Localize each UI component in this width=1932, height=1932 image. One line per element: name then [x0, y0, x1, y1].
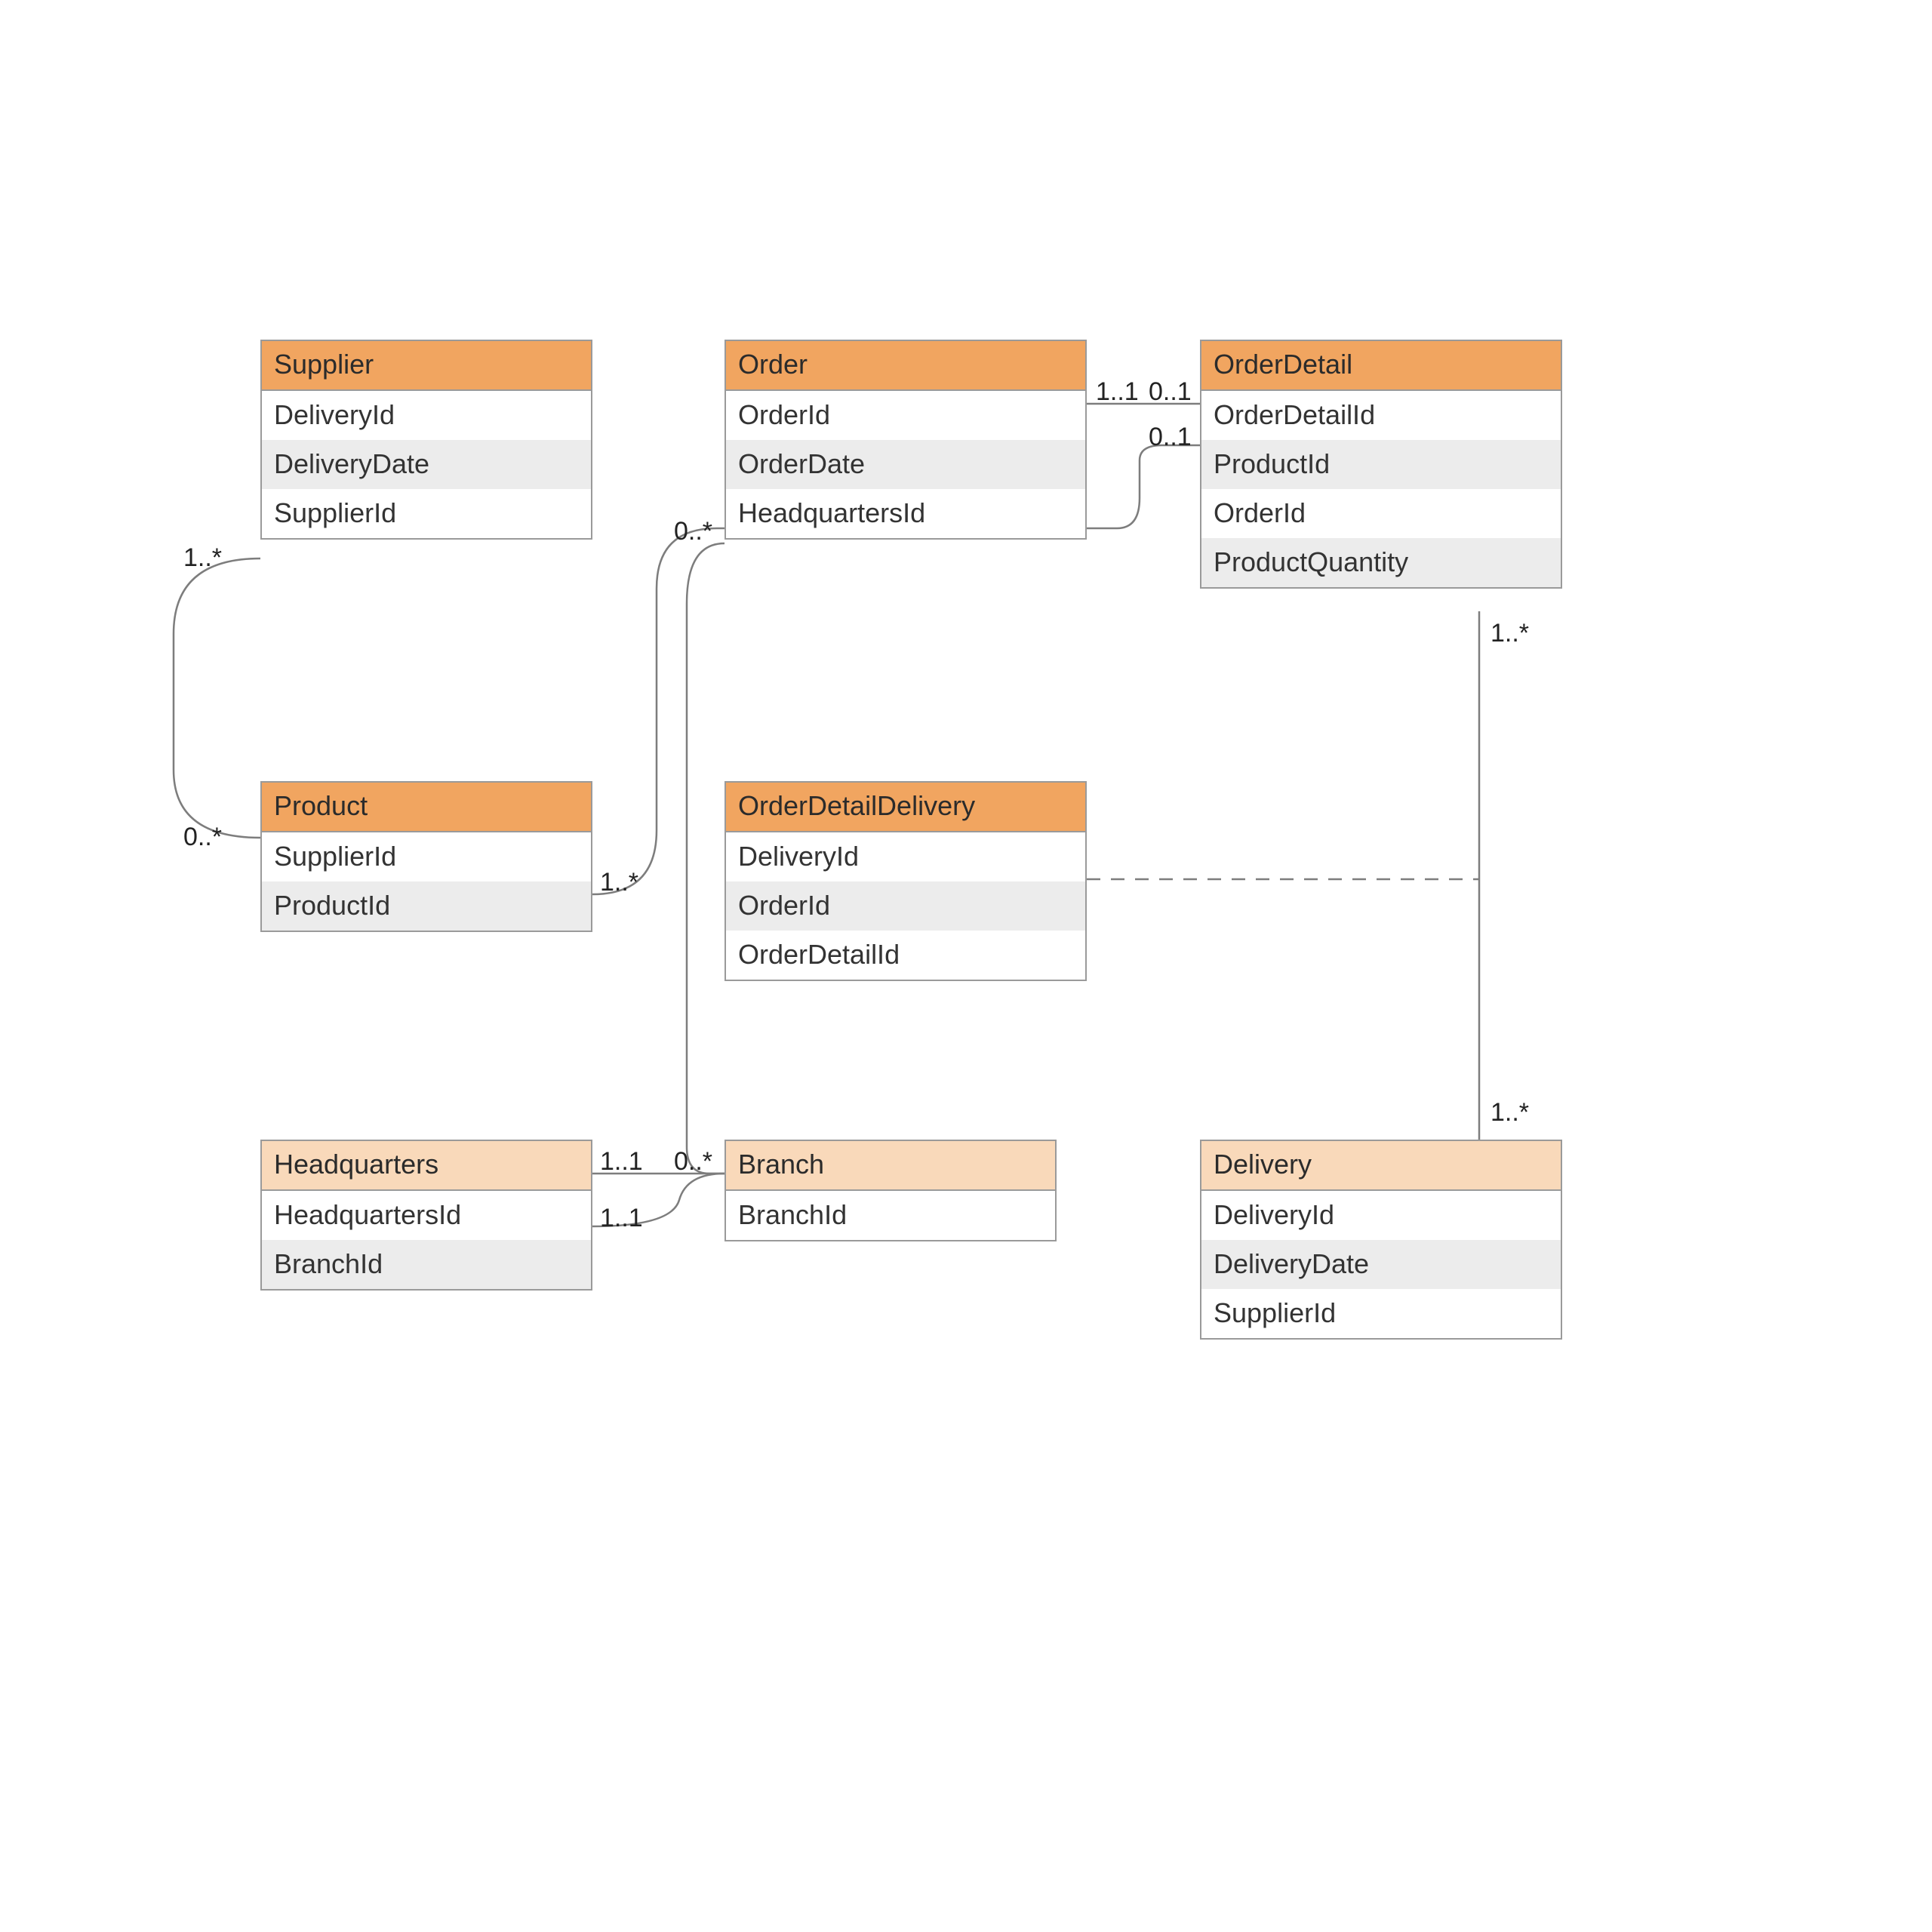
attr: OrderDetailId — [1201, 391, 1561, 440]
attr: BranchId — [726, 1191, 1055, 1240]
er-diagram-canvas: Supplier DeliveryId DeliveryDate Supplie… — [0, 0, 1932, 1932]
attr: HeadquartersId — [262, 1191, 591, 1240]
multiplicity-label: 1..1 — [1096, 377, 1139, 407]
attr: ProductId — [262, 881, 591, 931]
entity-title: Headquarters — [262, 1141, 591, 1191]
multiplicity-label: 1..* — [1491, 619, 1529, 648]
attr: OrderDetailId — [726, 931, 1085, 980]
entity-delivery: Delivery DeliveryId DeliveryDate Supplie… — [1200, 1140, 1562, 1340]
attr: OrderId — [726, 391, 1085, 440]
entity-orderdetaildelivery: OrderDetailDelivery DeliveryId OrderId O… — [724, 781, 1087, 981]
attr: DeliveryDate — [1201, 1240, 1561, 1289]
entity-branch: Branch BranchId — [724, 1140, 1057, 1241]
attr: DeliveryId — [262, 391, 591, 440]
attr: OrderDate — [726, 440, 1085, 489]
entity-title: Delivery — [1201, 1141, 1561, 1191]
entity-supplier: Supplier DeliveryId DeliveryDate Supplie… — [260, 340, 592, 540]
attr: DeliveryId — [1201, 1191, 1561, 1240]
attr: OrderId — [1201, 489, 1561, 538]
attr: SupplierId — [262, 832, 591, 881]
entity-headquarters: Headquarters HeadquartersId BranchId — [260, 1140, 592, 1291]
entity-title: Branch — [726, 1141, 1055, 1191]
multiplicity-label: 1..1 — [600, 1147, 643, 1177]
multiplicity-label: 0..* — [183, 823, 222, 852]
edge-supplier-product — [174, 558, 260, 838]
multiplicity-label: 1..1 — [600, 1204, 643, 1233]
attr: DeliveryDate — [262, 440, 591, 489]
multiplicity-label: 0..* — [674, 1147, 712, 1177]
multiplicity-label: 1..* — [1491, 1098, 1529, 1128]
entity-title: Supplier — [262, 341, 591, 391]
entity-title: OrderDetail — [1201, 341, 1561, 391]
entity-orderdetail: OrderDetail OrderDetailId ProductId Orde… — [1200, 340, 1562, 589]
entity-title: Product — [262, 783, 591, 832]
edge-order-headquarters — [687, 543, 724, 1174]
multiplicity-label: 0..1 — [1149, 423, 1192, 452]
entity-title: Order — [726, 341, 1085, 391]
attr: SupplierId — [262, 489, 591, 538]
entity-title: OrderDetailDelivery — [726, 783, 1085, 832]
attr: BranchId — [262, 1240, 591, 1289]
multiplicity-label: 1..* — [183, 543, 222, 573]
attr: OrderId — [726, 881, 1085, 931]
attr: HeadquartersId — [726, 489, 1085, 538]
multiplicity-label: 1..* — [600, 868, 638, 897]
multiplicity-label: 0..1 — [1149, 377, 1192, 407]
multiplicity-label: 0..* — [674, 517, 712, 546]
attr: SupplierId — [1201, 1289, 1561, 1338]
attr: DeliveryId — [726, 832, 1085, 881]
entity-order: Order OrderId OrderDate HeadquartersId — [724, 340, 1087, 540]
attr: ProductId — [1201, 440, 1561, 489]
attr: ProductQuantity — [1201, 538, 1561, 587]
entity-product: Product SupplierId ProductId — [260, 781, 592, 932]
